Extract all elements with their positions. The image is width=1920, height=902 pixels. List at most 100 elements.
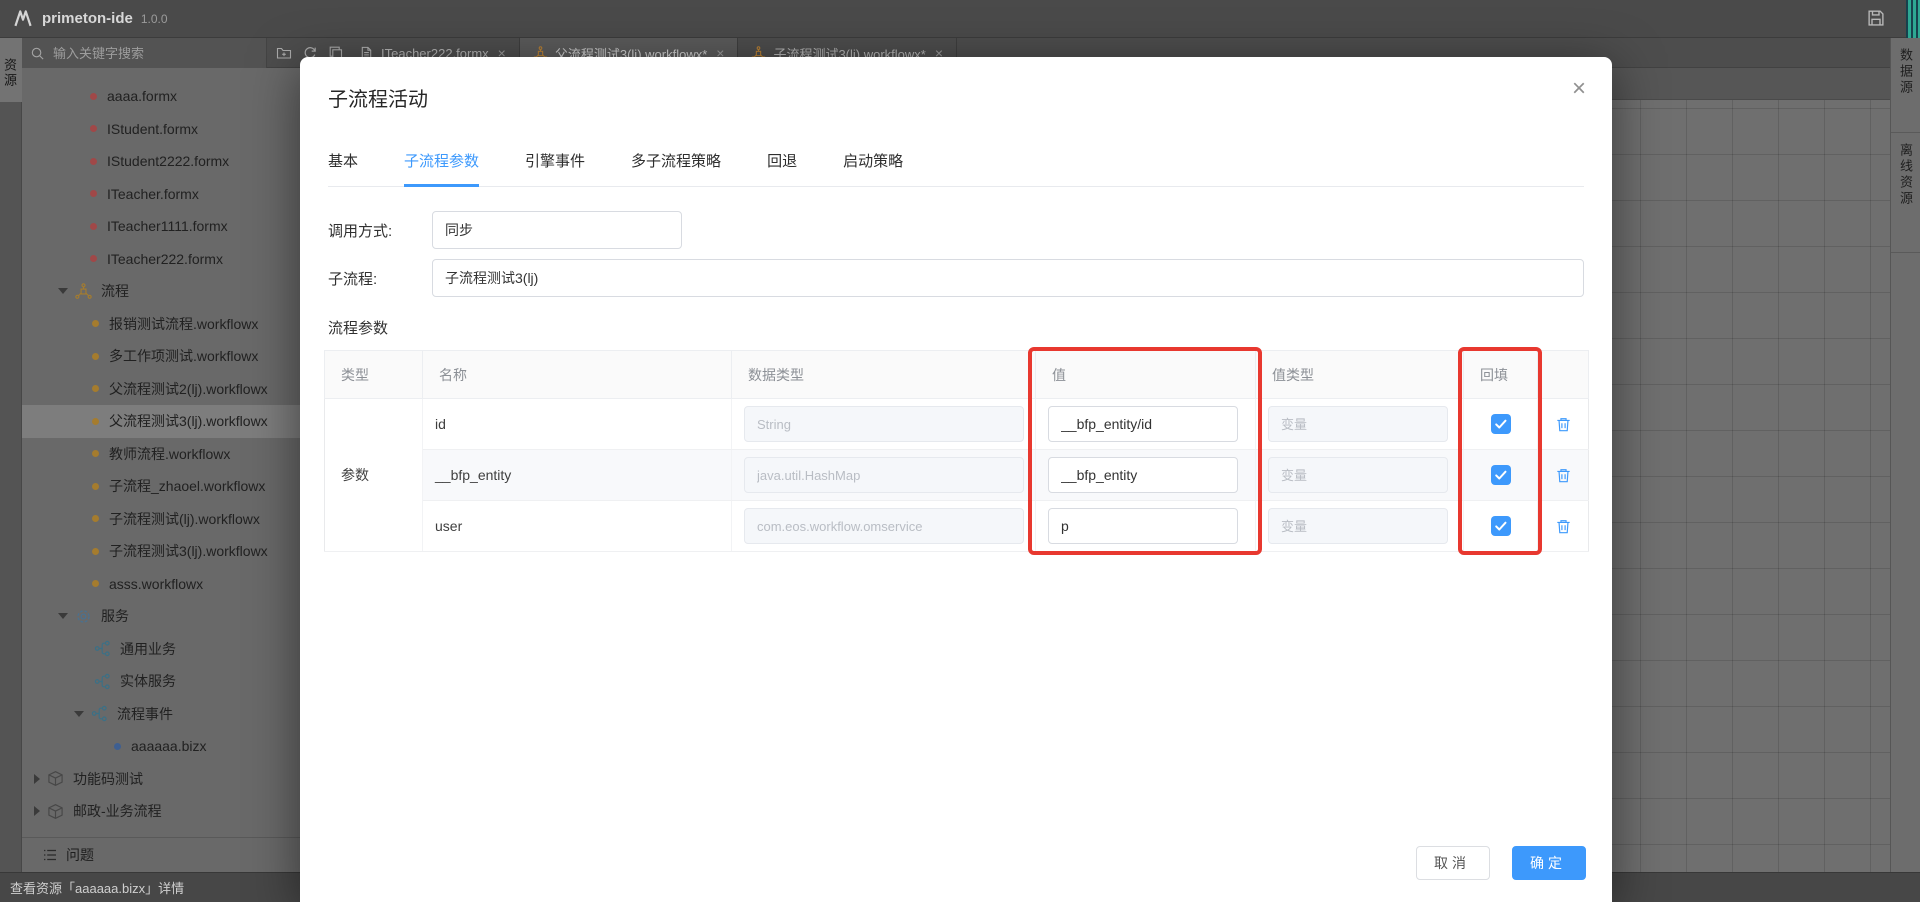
tree-item-workflowx[interactable]: 多工作项测试.workflowx [22,340,300,373]
save-icon[interactable] [1866,8,1886,28]
chevron-down-icon[interactable] [58,288,68,294]
backfill-checkbox[interactable] [1491,414,1511,434]
tree-item-label: 功能码测试 [73,769,143,789]
tree-item-workflowx[interactable]: 父流程测试2(lj).workflowx [22,373,300,406]
tree-item-label: aaaaaa.bizx [131,738,207,754]
tree-item-label: 子流程测试(lj).workflowx [109,509,260,529]
file-dot-icon [92,548,99,555]
tree-item-group[interactable]: 服务 [22,600,300,633]
dialog-tab-子流程参数[interactable]: 子流程参数 [404,150,479,187]
value-type-input [1268,406,1448,442]
dialog-tab-多子流程策略[interactable]: 多子流程策略 [631,150,721,186]
tree-item-svc[interactable]: 流程事件 [22,698,300,731]
data-type-input [744,457,1024,493]
file-dot-icon [92,515,99,522]
problems-panel-header[interactable]: 问题 [22,837,300,872]
backfill-cell [1464,450,1538,501]
subprocess-activity-dialog: 子流程活动 × 基本子流程参数引擎事件多子流程策略回退启动策略 调用方式: 子流… [300,57,1612,902]
close-icon[interactable]: × [1572,77,1586,101]
sidebar-tab-resources[interactable]: 资源 [0,38,22,102]
tree-item-svc[interactable]: 实体服务 [22,665,300,698]
data-type-input [744,406,1024,442]
tree-item-formx[interactable]: IStudent.formx [22,113,300,146]
table-row: 参数id [325,399,1589,450]
dialog-tab-启动策略[interactable]: 启动策略 [843,150,903,186]
param-group-cell: 参数 [325,399,423,552]
tree-item-workflowx[interactable]: 报销测试流程.workflowx [22,308,300,341]
problems-label: 问题 [66,845,94,865]
add-folder-icon[interactable] [276,45,292,61]
tree-item-workflowx[interactable]: 子流程测试(lj).workflowx [22,503,300,536]
backfill-cell [1464,399,1538,450]
tree-item-label: ITeacher.formx [107,186,199,202]
tree-item-workflowx[interactable]: 子流程测试3(lj).workflowx [22,535,300,568]
chevron-right-icon[interactable] [34,774,40,784]
tree-item-label: ITeacher1111.formx [107,218,228,234]
file-dot-icon [92,320,99,327]
tree-item-formx[interactable]: aaaa.formx [22,80,300,113]
tree-item-svc[interactable]: 通用业务 [22,633,300,666]
dialog-tab-基本[interactable]: 基本 [328,150,358,186]
right-panel-bar: 数据源 离线资源 [1890,38,1920,872]
tree-item-label: aaaa.formx [107,88,177,104]
tree-item-group[interactable]: 流程 [22,275,300,308]
search-icon [30,46,45,61]
tree-item-formx[interactable]: ITeacher.formx [22,178,300,211]
value-input[interactable] [1048,406,1238,442]
chevron-down-icon[interactable] [74,711,84,717]
data-type-cell [732,501,1036,552]
tree-item-pkg[interactable]: 功能码测试 [22,763,300,796]
dialog-tab-引擎事件[interactable]: 引擎事件 [525,150,585,186]
delete-cell [1538,399,1589,450]
value-input[interactable] [1048,457,1238,493]
trash-icon[interactable] [1555,415,1572,434]
tree-item-bizx[interactable]: aaaaaa.bizx [22,730,300,763]
value-cell [1036,501,1256,552]
trash-icon[interactable] [1555,466,1572,485]
tree-item-label: 教师流程.workflowx [109,444,230,464]
dialog-tabs: 基本 子流程参数 引擎事件 多子流程策略 回退 启动策略 [328,150,1584,187]
tree-item-label: 流程事件 [117,704,173,724]
file-dot-icon [90,93,97,100]
cancel-button[interactable]: 取消 [1416,846,1490,880]
file-dot-icon [90,190,97,197]
chevron-down-icon[interactable] [58,613,68,619]
panel-tab-datasource[interactable]: 数据源 [1891,38,1920,133]
tree-item-workflowx[interactable]: asss.workflowx [22,568,300,601]
dialog-tab-回退[interactable]: 回退 [767,150,797,186]
chevron-right-icon[interactable] [34,806,40,816]
tree-item-label: 多工作项测试.workflowx [109,346,258,366]
tree-item-workflowx[interactable]: 教师流程.workflowx [22,438,300,471]
tree-item-formx[interactable]: ITeacher1111.formx [22,210,300,243]
backfill-checkbox[interactable] [1491,465,1511,485]
tree-item-label: 邮政-业务流程 [73,801,162,821]
file-dot-icon [114,743,121,750]
process-params-table: 类型名称数据类型值值类型回填 参数id__bfp_entityuser [324,350,1589,552]
invoke-mode-input[interactable] [432,211,682,249]
file-dot-icon [92,353,99,360]
gear-icon [75,608,92,625]
backfill-checkbox[interactable] [1491,516,1511,536]
resource-tree-panel: aaaa.formx IStudent.formxIStudent2222.for… [22,68,300,837]
tree-item-workflowx[interactable]: 父流程测试3(lj).workflowx [22,405,300,438]
delete-cell [1538,450,1589,501]
param-name-cell: user [423,501,732,552]
trash-icon[interactable] [1555,517,1572,536]
tree-item-formx[interactable]: ITeacher222.formx [22,243,300,276]
tree-item-formx[interactable]: IStudent2222.formx [22,145,300,178]
search-box[interactable] [22,38,267,68]
process-params-section-title: 流程参数 [328,317,1584,338]
confirm-button[interactable]: 确定 [1512,846,1586,880]
package-icon [47,803,64,820]
tree-item-pkg[interactable]: 邮政-业务流程 [22,795,300,828]
search-input[interactable] [51,45,258,62]
tree-item-label: 子流程测试3(lj).workflowx [109,541,268,561]
value-cell [1036,399,1256,450]
tree-item-workflowx[interactable]: 子流程_zhaoel.workflowx [22,470,300,503]
backfill-cell [1464,501,1538,552]
file-dot-icon [92,450,99,457]
panel-tab-offline-resource[interactable]: 离线资源 [1891,133,1920,253]
tree-item-label: ITeacher222.formx [107,251,223,267]
value-input[interactable] [1048,508,1238,544]
subprocess-input[interactable] [432,259,1584,297]
